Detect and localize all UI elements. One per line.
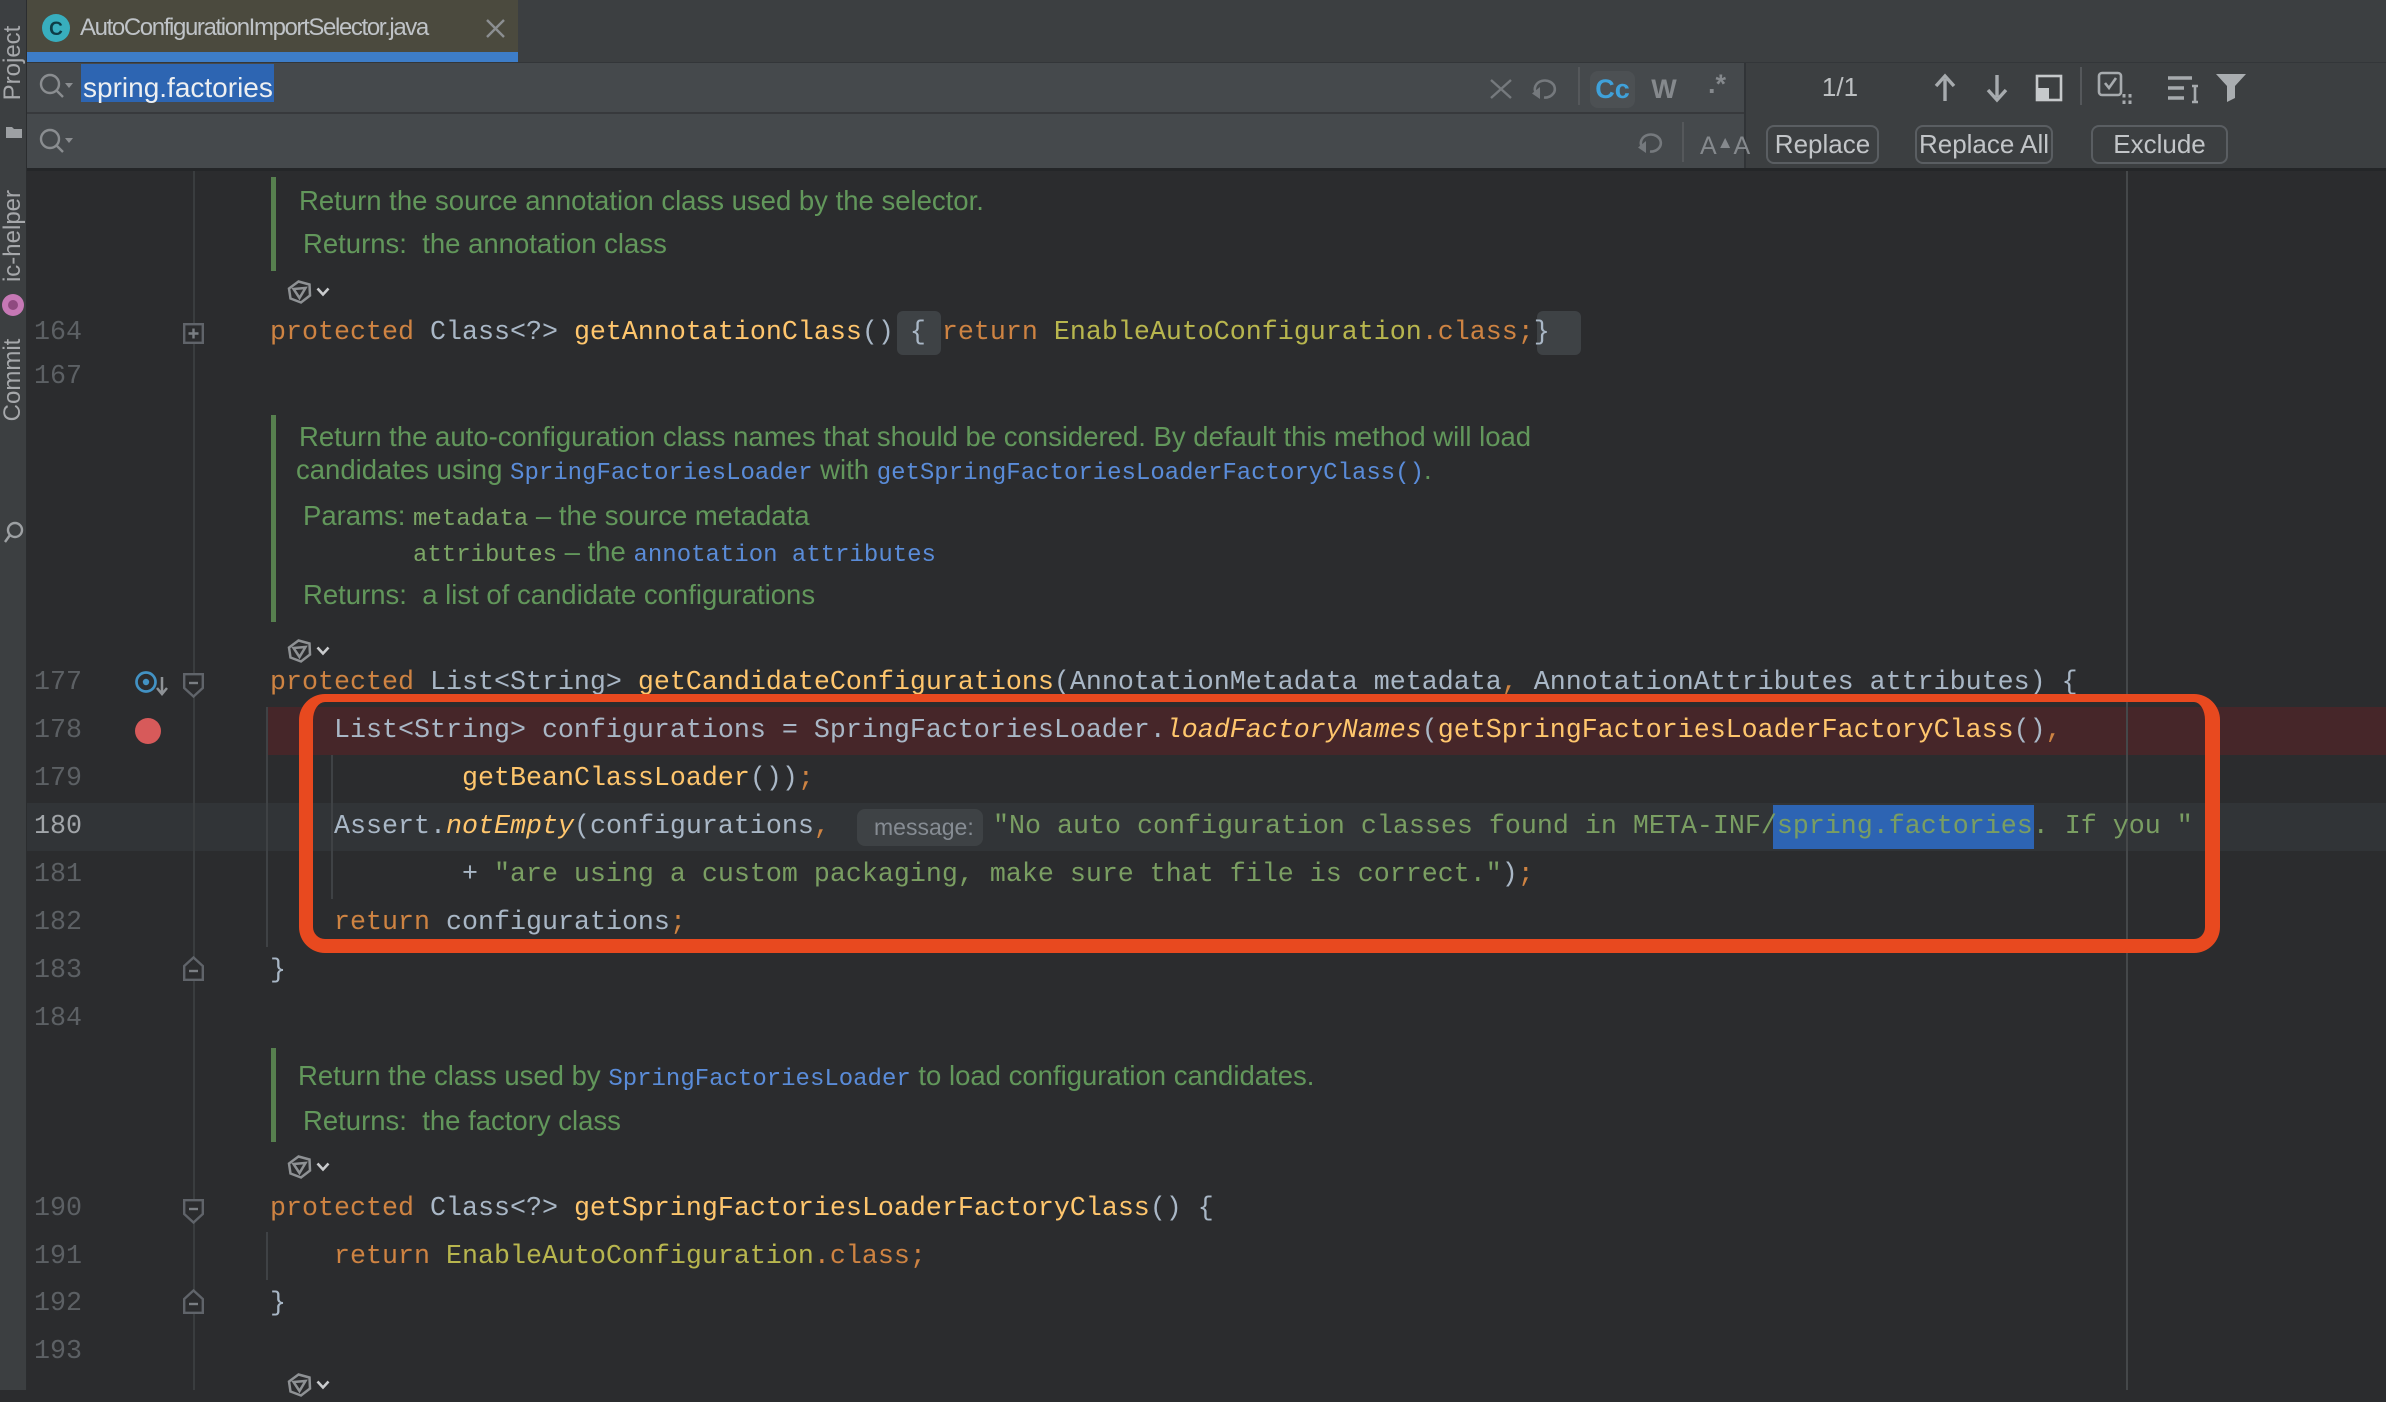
svg-text:C: C xyxy=(49,19,63,40)
